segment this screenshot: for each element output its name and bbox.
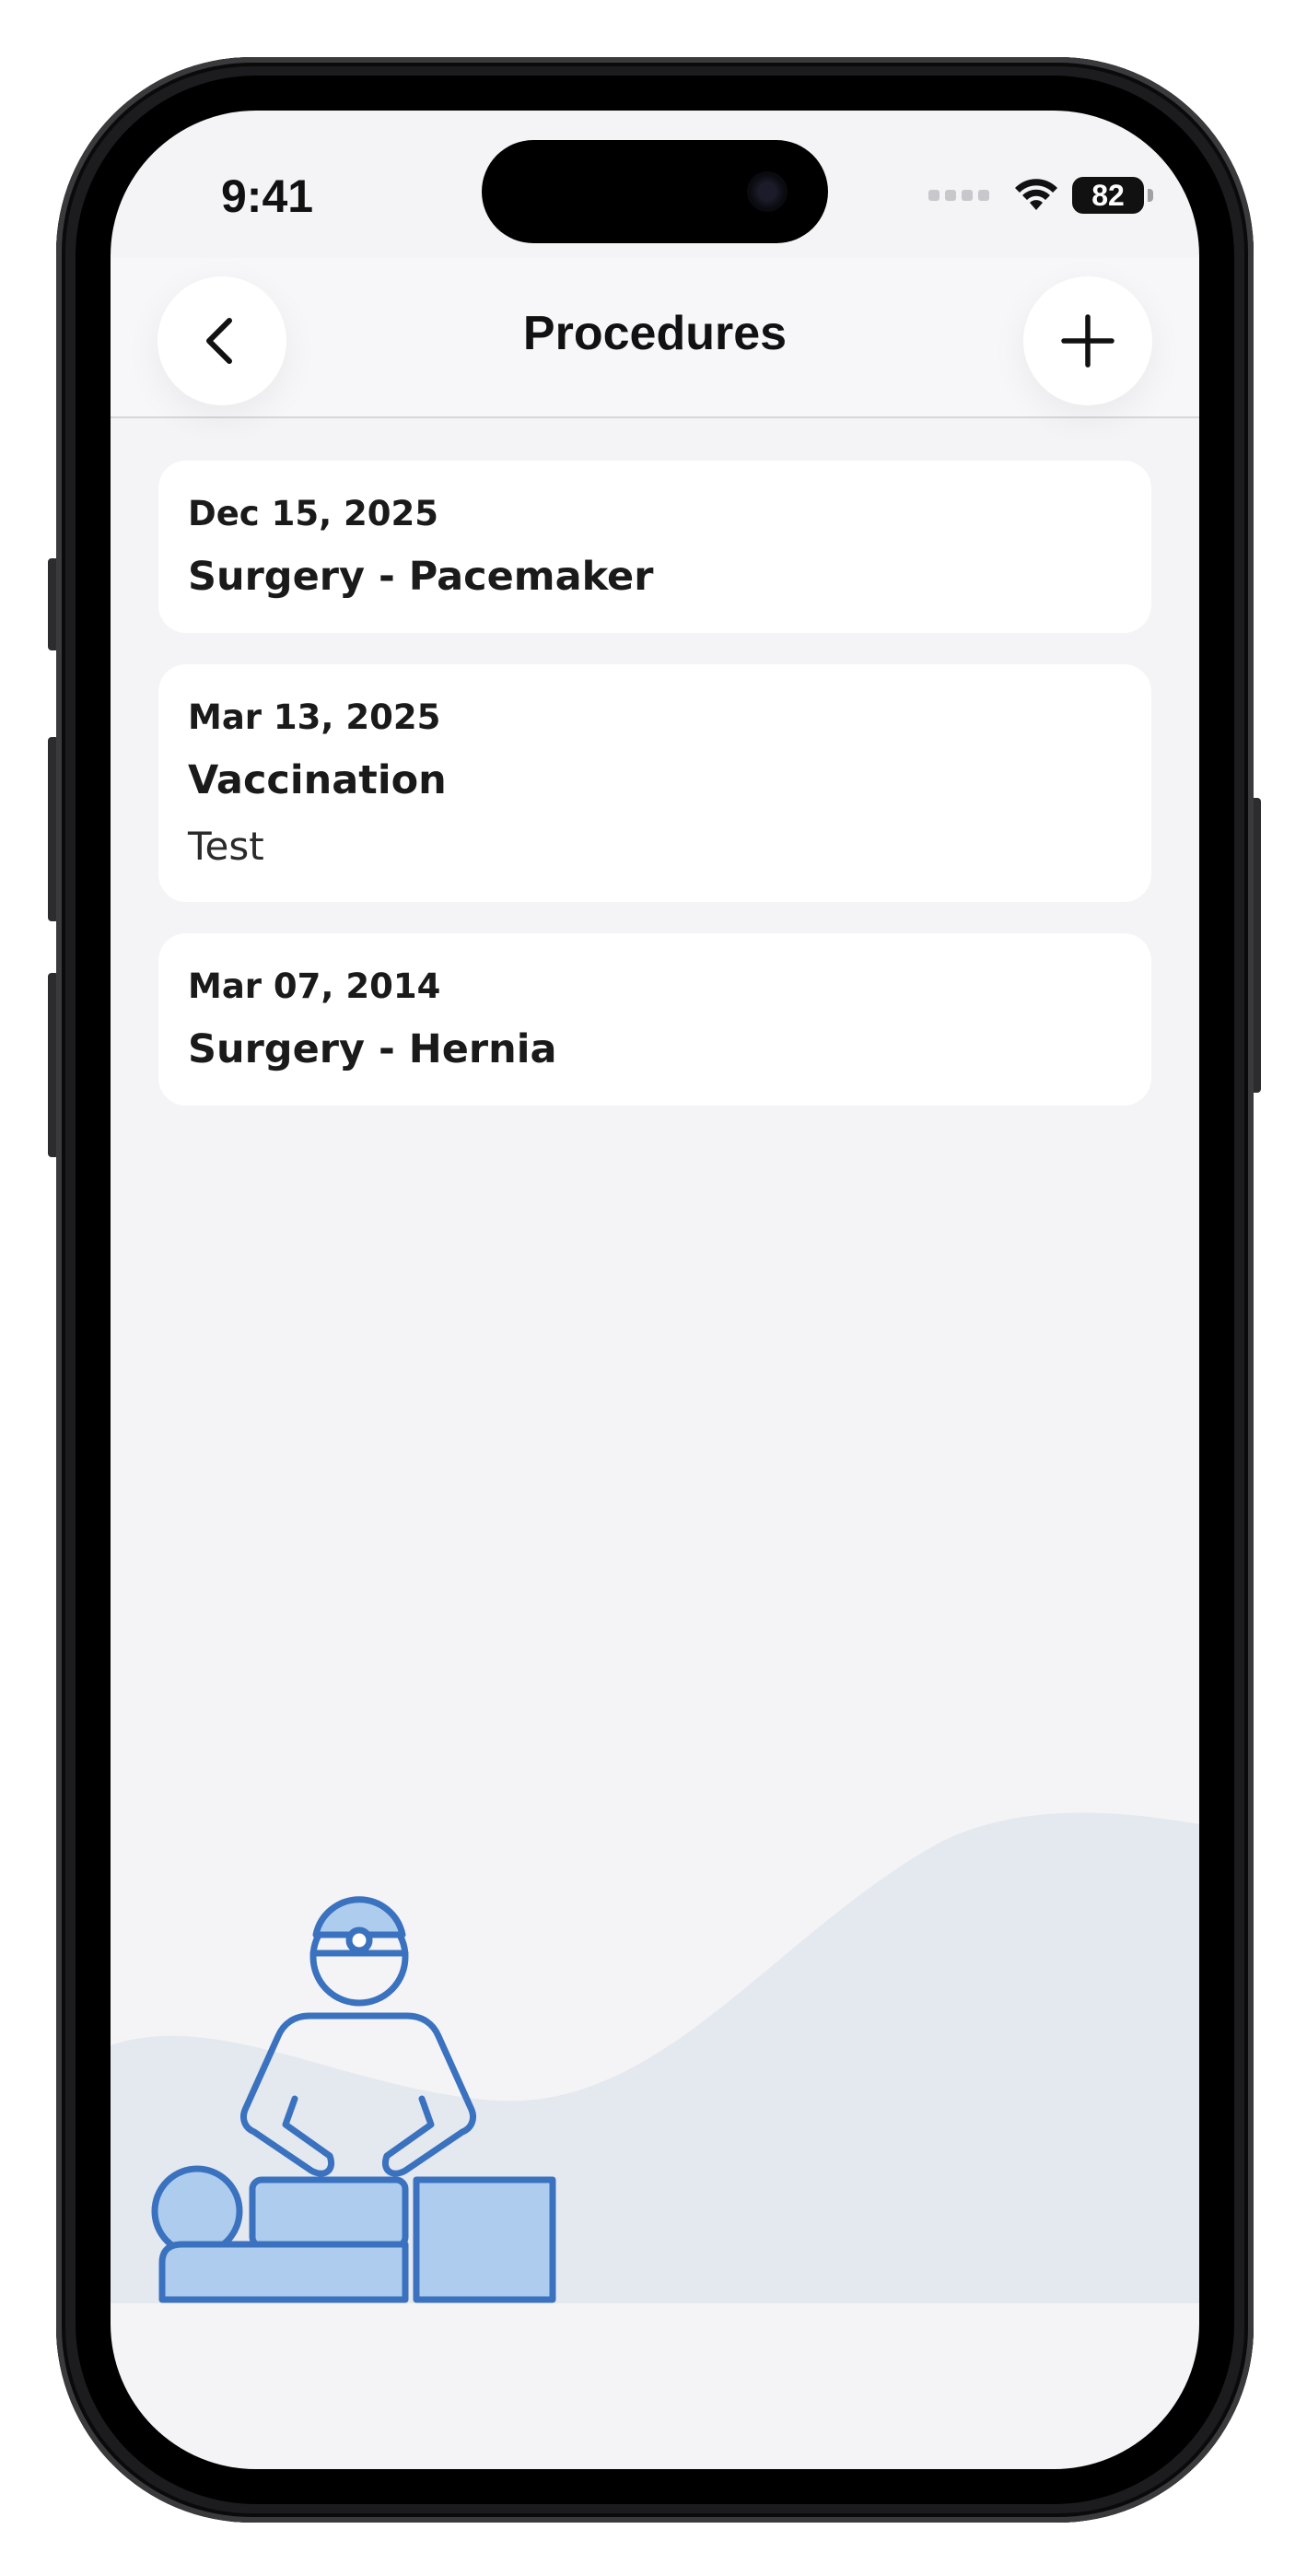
procedure-name: Surgery - Pacemaker: [188, 554, 654, 600]
wifi-icon: [1015, 179, 1057, 210]
status-indicators: 82: [928, 177, 1153, 214]
procedure-date: Dec 15, 2025: [188, 494, 439, 533]
procedure-card[interactable]: Mar 07, 2014 Surgery - Hernia: [158, 933, 1151, 1106]
navigation-bar: Procedures: [111, 258, 1199, 418]
procedure-note: Test: [188, 824, 264, 869]
cellular-signal-icon: [928, 190, 989, 201]
procedures-list: Dec 15, 2025 Surgery - Pacemaker Mar 13,…: [158, 461, 1151, 1137]
plus-icon: [1061, 314, 1114, 368]
battery-icon: 82: [1072, 177, 1153, 214]
procedure-name: Vaccination: [188, 757, 447, 803]
status-time: 9:41: [221, 170, 314, 222]
procedure-date: Mar 13, 2025: [188, 697, 441, 737]
add-procedure-button[interactable]: [1023, 276, 1152, 405]
procedure-card[interactable]: Mar 13, 2025 Vaccination Test: [158, 664, 1151, 902]
dynamic-island: [482, 140, 828, 243]
procedure-date: Mar 07, 2014: [188, 966, 441, 1006]
device-frame: 9:41 82 Procedures Dec 15, 2025 Surgery …: [0, 0, 1307, 2576]
empty-state-illustration: [111, 1812, 1199, 2303]
camera-icon: [747, 171, 788, 212]
screen: 9:41 82 Procedures Dec 15, 2025 Surgery …: [111, 111, 1199, 2469]
procedure-name: Surgery - Hernia: [188, 1026, 557, 1072]
procedure-card[interactable]: Dec 15, 2025 Surgery - Pacemaker: [158, 461, 1151, 633]
